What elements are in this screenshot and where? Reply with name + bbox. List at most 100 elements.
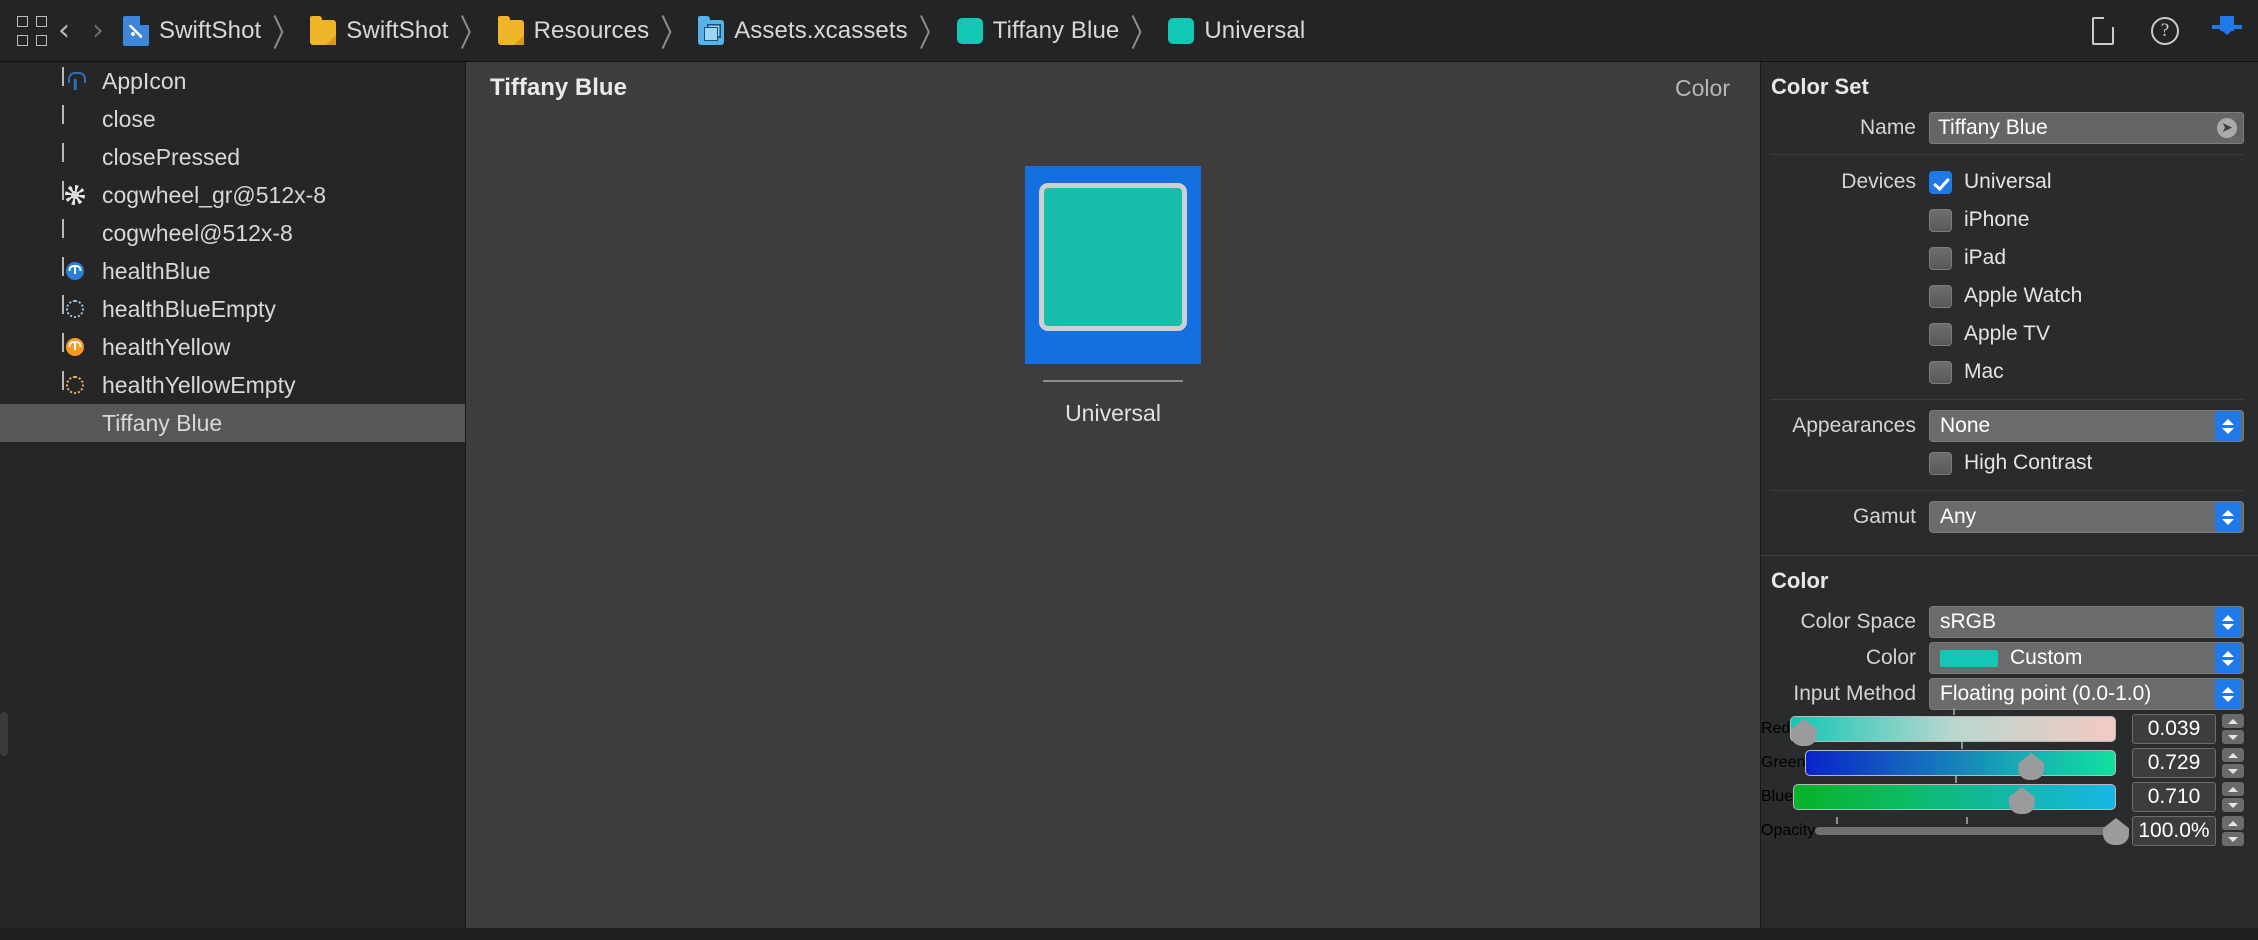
divider <box>1771 399 2244 400</box>
asset-name: Tiffany Blue <box>102 409 223 436</box>
name-value: Tiffany Blue <box>1938 116 2048 139</box>
breadcrumb-label: Universal <box>1204 16 1306 44</box>
device-checkbox-iphone[interactable]: iPhone <box>1929 203 2029 237</box>
red-slider[interactable] <box>1790 708 2116 746</box>
sidebar-scrollbar[interactable] <box>0 712 8 756</box>
file-inspector-button[interactable] <box>2072 0 2134 62</box>
device-checkbox-apple-tv[interactable]: Apple TV <box>1929 317 2050 351</box>
list-item[interactable]: cogwheel_gr@512x-8 <box>0 176 465 214</box>
high-contrast-checkbox[interactable]: High Contrast <box>1929 446 2092 480</box>
checkbox-icon[interactable] <box>1929 246 1952 270</box>
opacity-stepper[interactable] <box>2222 816 2244 846</box>
list-item[interactable]: healthYellow <box>0 328 465 366</box>
high-contrast-label: High Contrast <box>1964 451 2093 474</box>
green-slider[interactable] <box>1805 742 2116 780</box>
asset-name: cogwheel_gr@512x-8 <box>102 181 327 208</box>
device-label: Universal <box>1964 170 2052 193</box>
list-item[interactable]: healthBlue <box>0 252 465 290</box>
checkbox-icon[interactable] <box>1929 170 1952 194</box>
blue-label: Blue <box>1761 788 1794 805</box>
color-swatch-thumbnail <box>62 410 88 436</box>
color-select[interactable]: Custom <box>1929 642 2244 674</box>
jump-bar: ‹ › SwiftShot 〉 SwiftShot 〉 Resources 〉 … <box>0 0 2258 62</box>
blue-slider[interactable] <box>1793 776 2116 814</box>
device-checkbox-universal[interactable]: Universal <box>1929 165 2052 199</box>
red-stepper[interactable] <box>2222 714 2244 744</box>
asset-name: cogwheel@512x-8 <box>102 219 293 246</box>
quick-help-button[interactable]: ? <box>2134 0 2196 62</box>
chevron-updown-icon[interactable] <box>2215 411 2241 441</box>
chevron-updown-icon[interactable] <box>2215 607 2241 637</box>
breadcrumb-item-tiffany-blue[interactable]: Tiffany Blue <box>955 0 1122 62</box>
blue-stepper[interactable] <box>2222 782 2244 812</box>
blue-value[interactable]: 0.710 <box>2132 782 2216 812</box>
attributes-inspector: Color Set Name Tiffany Blue ➤ Devices Un… <box>1760 62 2258 928</box>
tile-caption: Universal <box>1065 400 1161 426</box>
asset-list-sidebar[interactable]: AppIcon close closePressed cogwheel_gr@5… <box>0 62 466 928</box>
input-method-select[interactable]: Floating point (0.0-1.0) <box>1929 678 2244 710</box>
color-set-section-title: Color Set <box>1771 74 1869 99</box>
chevron-updown-icon[interactable] <box>2215 643 2241 673</box>
opacity-value[interactable]: 100.0% <box>2132 816 2216 846</box>
device-checkbox-mac[interactable]: Mac <box>1929 355 2004 389</box>
color-swatch-icon <box>956 17 983 44</box>
checkbox-icon[interactable] <box>1929 208 1952 232</box>
opacity-label: Opacity <box>1761 822 1816 839</box>
breadcrumb-label: Tiffany Blue <box>992 16 1120 44</box>
gamut-select[interactable]: Any <box>1929 501 2244 533</box>
checkbox-icon[interactable] <box>1929 360 1952 384</box>
breadcrumb-item-resources[interactable]: Resources <box>496 0 652 62</box>
appearances-value: None <box>1940 414 1991 437</box>
checkbox-icon[interactable] <box>1929 284 1952 308</box>
asset-name: AppIcon <box>102 67 187 94</box>
list-item[interactable]: closePressed <box>0 138 465 176</box>
color-space-value: sRGB <box>1940 610 1997 633</box>
file-inspector-icon <box>2092 17 2114 45</box>
color-preview-swatch <box>1039 183 1187 331</box>
opacity-slider[interactable] <box>1815 817 2129 845</box>
opacity-row: Opacity 100.0% <box>1761 814 2258 848</box>
breadcrumb-item-swiftshot-project[interactable]: SwiftShot <box>121 0 263 62</box>
download-button[interactable] <box>2196 0 2258 62</box>
chevron-updown-icon[interactable] <box>2215 679 2241 709</box>
breadcrumb-item-swiftshot-folder[interactable]: SwiftShot <box>308 0 450 62</box>
breadcrumb-separator-icon: 〉 <box>272 13 300 56</box>
blue-channel-row: Blue 0.710 <box>1761 776 2258 814</box>
main-body: AppIcon close closePressed cogwheel_gr@5… <box>0 62 2258 928</box>
breadcrumb-separator-icon: 〉 <box>660 13 688 56</box>
checkbox-icon[interactable] <box>1929 451 1952 475</box>
color-space-select[interactable]: sRGB <box>1929 606 2244 638</box>
device-row-ipad: iPad <box>1761 239 2258 277</box>
list-item-selected-tiffany-blue[interactable]: Tiffany Blue <box>0 404 465 442</box>
list-item[interactable]: healthYellowEmpty <box>0 366 465 404</box>
appearances-select[interactable]: None <box>1929 410 2244 442</box>
grid-icon[interactable] <box>17 15 47 46</box>
asset-name: healthYellowEmpty <box>102 371 296 398</box>
checkbox-icon[interactable] <box>1929 322 1952 346</box>
device-row-apple-tv: Apple TV <box>1761 315 2258 353</box>
breadcrumb-separator-icon: 〉 <box>1130 13 1158 56</box>
green-stepper[interactable] <box>2222 748 2244 778</box>
green-value[interactable]: 0.729 <box>2132 748 2216 778</box>
green-label: Green <box>1761 754 1806 771</box>
list-item[interactable]: healthBlueEmpty <box>0 290 465 328</box>
input-method-label: Input Method <box>1793 682 1916 705</box>
breadcrumb-item-universal[interactable]: Universal <box>1166 0 1307 62</box>
back-button[interactable]: ‹ <box>47 11 81 51</box>
list-item[interactable]: cogwheel@512x-8 <box>0 214 465 252</box>
reveal-in-finder-icon[interactable]: ➤ <box>2217 118 2237 138</box>
chevron-updown-icon[interactable] <box>2215 502 2241 532</box>
forward-button[interactable]: › <box>81 11 115 51</box>
list-item[interactable]: close <box>0 100 465 138</box>
device-row-iphone: iPhone <box>1761 201 2258 239</box>
name-field[interactable]: Tiffany Blue ➤ <box>1929 112 2244 144</box>
tile-divider <box>1043 380 1183 382</box>
device-checkbox-ipad[interactable]: iPad <box>1929 241 2006 275</box>
quick-help-icon: ? <box>2151 17 2179 45</box>
red-value[interactable]: 0.039 <box>2132 714 2216 744</box>
list-item[interactable]: AppIcon <box>0 62 465 100</box>
asset-kind-label: Color <box>1675 74 1730 101</box>
device-checkbox-apple-watch[interactable]: Apple Watch <box>1929 279 2082 313</box>
universal-color-tile[interactable] <box>1025 166 1201 364</box>
breadcrumb-item-assets-xcassets[interactable]: Assets.xcassets <box>696 0 910 62</box>
